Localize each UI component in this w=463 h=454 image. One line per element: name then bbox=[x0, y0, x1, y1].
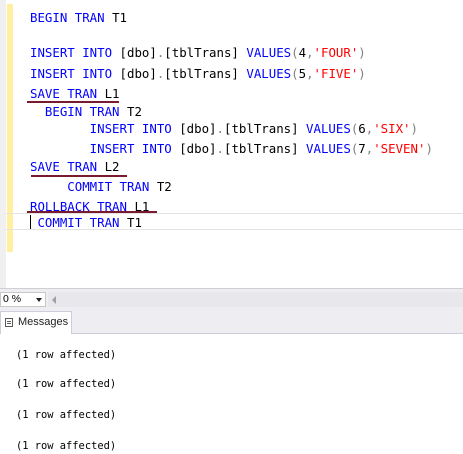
zoom-value: 0 % bbox=[3, 293, 22, 305]
code-token-punc: ( bbox=[291, 45, 299, 60]
code-line[interactable]: BEGIN TRAN T1 bbox=[30, 10, 127, 25]
editor-status-bar: 0 % bbox=[0, 288, 463, 310]
code-token-kw: INSERT INTO bbox=[30, 45, 113, 60]
code-line[interactable]: INSERT INTO [dbo].[tblTrans] VALUES(6,'S… bbox=[30, 121, 418, 136]
messages-icon bbox=[5, 318, 13, 327]
code-token-num: 6 bbox=[358, 121, 366, 136]
message-line: (1 row affected) bbox=[16, 440, 117, 452]
code-line[interactable]: COMMIT TRAN T1 bbox=[30, 215, 142, 230]
code-token-obj: L2 bbox=[97, 159, 120, 174]
code-token-obj: T2 bbox=[149, 179, 172, 194]
code-token-punc: ) bbox=[410, 121, 418, 136]
editor-margin bbox=[0, 0, 6, 288]
code-token-punc: . bbox=[216, 121, 224, 136]
code-token-obj: [dbo] bbox=[171, 141, 217, 156]
code-line[interactable]: SAVE TRAN L2 bbox=[30, 159, 120, 174]
code-token-kw: INSERT INTO bbox=[30, 121, 172, 136]
annotation-underline-rollback-l1 bbox=[27, 211, 157, 213]
code-token-punc: . bbox=[216, 141, 224, 156]
code-token-kw: COMMIT TRAN bbox=[30, 179, 150, 194]
code-line[interactable]: INSERT INTO [dbo].[tblTrans] VALUES(7,'S… bbox=[30, 141, 433, 156]
code-token-kw: VALUES bbox=[246, 66, 292, 81]
messages-pane: (1 row affected) (1 row affected) (1 row… bbox=[0, 334, 463, 454]
code-token-kw: INSERT INTO bbox=[30, 141, 172, 156]
code-line[interactable]: COMMIT TRAN T2 bbox=[30, 179, 172, 194]
code-token-str: 'SIX' bbox=[373, 121, 411, 136]
code-token-obj: T1 bbox=[104, 10, 127, 25]
code-token-obj: [tblTrans] bbox=[223, 141, 307, 156]
code-token-obj: [dbo] bbox=[112, 45, 157, 60]
code-token-kw: SAVE TRAN bbox=[30, 86, 98, 101]
code-token-kw: BEGIN TRAN bbox=[30, 104, 120, 119]
code-token-kw: VALUES bbox=[246, 45, 292, 60]
code-token-punc: ( bbox=[291, 66, 299, 81]
code-token-kw: VALUES bbox=[306, 121, 351, 136]
code-token-obj: [tblTrans] bbox=[164, 45, 247, 60]
code-token-obj: L1 bbox=[97, 86, 120, 101]
tab-messages[interactable]: Messages bbox=[0, 311, 72, 334]
code-token-kw: VALUES bbox=[306, 141, 351, 156]
code-line[interactable]: BEGIN TRAN T2 bbox=[30, 104, 142, 119]
code-token-num: 5 bbox=[298, 66, 307, 81]
code-token-punc: , bbox=[306, 45, 314, 60]
code-token-obj: T2 bbox=[119, 104, 142, 119]
code-token-obj: [dbo] bbox=[171, 121, 217, 136]
message-line: (1 row affected) bbox=[16, 378, 117, 390]
text-caret bbox=[30, 215, 31, 229]
tab-label: Messages bbox=[18, 316, 69, 328]
annotation-underline-save-l2 bbox=[31, 175, 127, 177]
code-token-punc: ) bbox=[358, 45, 366, 60]
results-tabstrip: Messages bbox=[0, 310, 463, 334]
code-token-kw: SAVE TRAN bbox=[30, 159, 98, 174]
code-token-str: 'FIVE' bbox=[313, 66, 359, 81]
message-line: (1 row affected) bbox=[16, 409, 117, 421]
chevron-down-icon bbox=[36, 298, 42, 302]
scroll-left-icon[interactable] bbox=[52, 296, 56, 304]
message-line: (1 row affected) bbox=[16, 349, 117, 361]
annotation-underline-save-l1 bbox=[27, 101, 119, 103]
code-token-obj: [dbo] bbox=[112, 66, 157, 81]
code-token-kw: COMMIT TRAN bbox=[30, 215, 120, 230]
code-line[interactable]: INSERT INTO [dbo].[tblTrans] VALUES(5,'F… bbox=[30, 66, 366, 81]
zoom-dropdown[interactable]: 0 % bbox=[0, 292, 46, 307]
code-token-kw: INSERT INTO bbox=[30, 66, 113, 81]
query-editor[interactable]: BEGIN TRAN T1 INSERT INTO [dbo].[tblTran… bbox=[0, 0, 463, 288]
code-token-punc: ) bbox=[425, 141, 433, 156]
code-token-obj: [tblTrans] bbox=[223, 121, 307, 136]
code-token-punc: ) bbox=[358, 66, 366, 81]
code-token-str: 'FOUR' bbox=[313, 45, 359, 60]
code-line[interactable]: SAVE TRAN L1 bbox=[30, 86, 120, 101]
code-token-kw: BEGIN TRAN bbox=[30, 10, 105, 25]
code-token-num: 7 bbox=[358, 141, 366, 156]
code-token-num: 4 bbox=[298, 45, 307, 60]
code-token-obj: [tblTrans] bbox=[164, 66, 247, 81]
code-token-obj: T1 bbox=[119, 215, 142, 230]
code-token-str: 'SEVEN' bbox=[373, 141, 426, 156]
code-token-punc: , bbox=[306, 66, 314, 81]
code-line[interactable]: INSERT INTO [dbo].[tblTrans] VALUES(4,'F… bbox=[30, 45, 366, 60]
horizontal-scrollbar[interactable] bbox=[48, 292, 463, 307]
